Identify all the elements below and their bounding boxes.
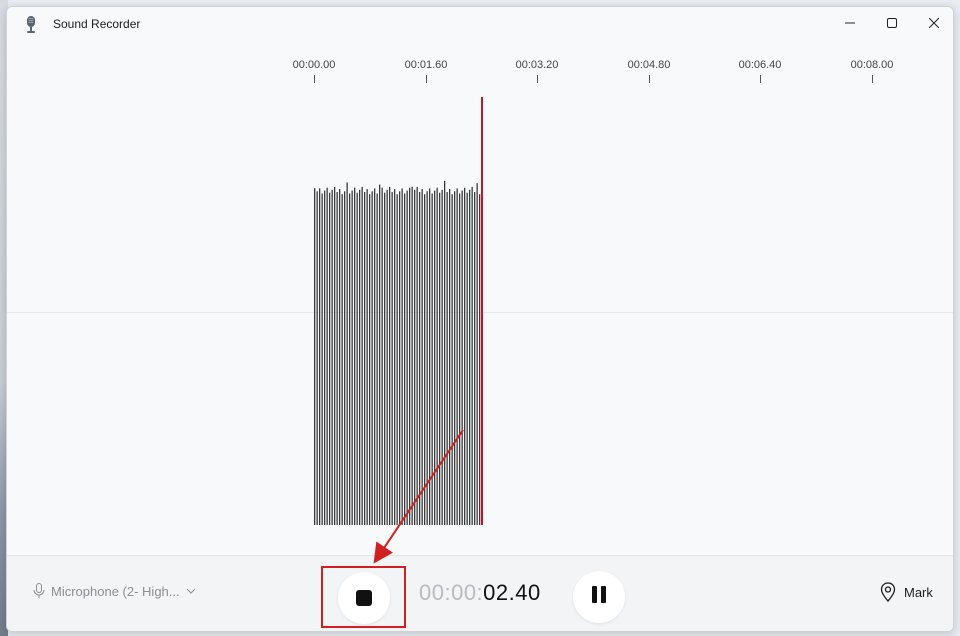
annotation-highlight-box [321,566,406,628]
waveform-bar [466,192,468,525]
waveform-bar [401,188,403,525]
waveform-bar [424,194,426,525]
waveform-bar [441,189,443,526]
mark-button[interactable]: Mark [880,582,933,602]
microphone-selector[interactable]: Microphone (2- High... [33,583,196,599]
waveform-bar [471,186,473,525]
microphone-icon [33,583,45,598]
waveform-bar [384,192,386,525]
waveform-bar [376,193,378,525]
waveform-bar [389,186,391,525]
waveform-bar [449,189,451,525]
waveform-bar [451,194,453,525]
waveform-bar [444,180,446,525]
waveform-bar [324,190,326,525]
timer-hours-minutes: 00:00: [419,580,484,605]
waveform-bars [314,180,483,526]
waveform-bar [459,193,461,525]
waveform-bar [326,187,328,525]
waveform-bar [319,188,321,525]
waveform-bar [369,194,371,525]
waveform-bar [329,192,331,525]
waveform-bar [339,189,341,525]
waveform-bar [434,190,436,525]
waveform-bar [374,188,376,525]
waveform-bar [431,193,433,525]
waveform-bar [469,189,471,526]
waveform-bar [474,192,476,525]
chevron-down-icon [186,588,195,594]
waveform-bar [446,192,448,525]
waveform-bar [396,194,398,525]
waveform-bar [356,192,358,525]
waveform-bar [351,190,353,525]
waveform-bar [314,188,316,525]
waveform-bar [361,186,363,525]
waveform-bar [476,183,478,525]
waveform-bar [456,188,458,525]
waveform-bar [416,186,418,525]
waveform-bar [464,187,466,525]
waveform-bar [394,189,396,525]
waveform-bar [381,187,383,525]
waveform-bar [346,182,348,525]
waveform [314,97,483,526]
pause-recording-button[interactable] [573,571,625,623]
waveform-bar [391,192,393,525]
waveform-bar [354,187,356,525]
waveform-bar [386,189,388,526]
waveform-bar [379,184,381,525]
waveform-bar [436,187,438,525]
waveform-bar [461,190,463,525]
waveform-bar [421,189,423,525]
waveform-bar [359,189,361,526]
waveform-bar [414,189,416,526]
waveform-bar [366,189,368,525]
waveform-bar [336,192,338,525]
recording-timer: 00:00:02.40 [419,580,541,606]
waveform-bar [409,187,411,525]
waveform-bar [406,190,408,525]
waveform-bar [479,194,481,525]
timer-seconds: 02.40 [483,580,541,605]
waveform-bar [344,191,346,526]
waveform-bar [429,188,431,525]
waveform-bar [334,186,336,525]
waveform-bar [399,191,401,526]
waveform-bar [411,186,413,525]
sound-recorder-window: Sound Recorder 00:00.00 00:01.60 00:03.2… [6,6,954,632]
waveform-bar [341,194,343,525]
waveform-bar [331,189,333,526]
microphone-label: Microphone (2- High... [51,583,180,599]
mark-label: Mark [904,584,933,600]
waveform-bar [316,191,318,526]
waveform-bar [426,191,428,526]
bottom-control-bar: Microphone (2- High... 00:00:02.40 Mark [7,555,953,631]
waveform-bar [364,192,366,525]
waveform-bar [454,191,456,526]
waveform-bar [371,191,373,526]
waveform-bar [439,192,441,525]
location-pin-icon [880,582,896,602]
waveform-bar [349,193,351,525]
waveform-bar [321,193,323,525]
waveform-bar [404,193,406,525]
waveform-bar [419,192,421,525]
pause-icon [590,586,608,608]
